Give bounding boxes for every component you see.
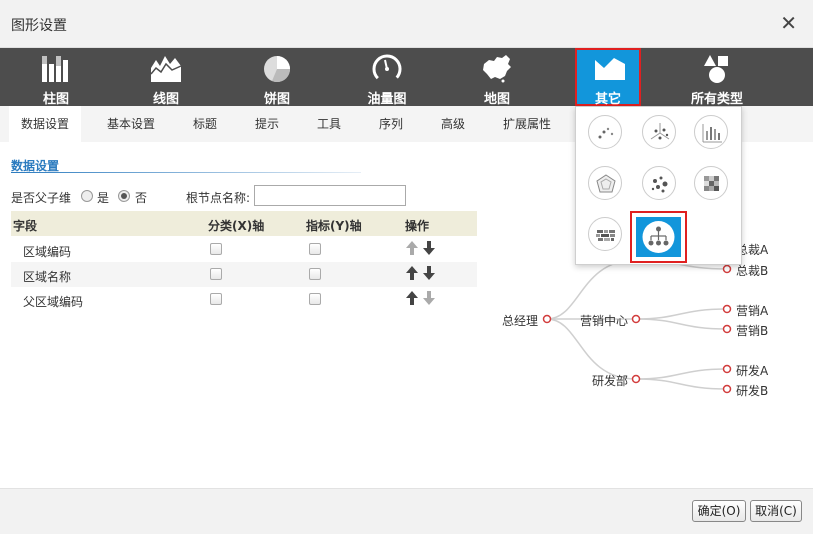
chart-type-label: 所有类型 bbox=[690, 92, 743, 107]
radio-yes-label: 是 bbox=[97, 191, 110, 205]
bubble-icon bbox=[651, 176, 668, 193]
shapes-icon bbox=[704, 55, 728, 83]
chart-type-bar: 柱图 线图 饼图 油量图 地图 其它 所有类型 bbox=[0, 48, 813, 107]
tree-node-label: 营销中心 bbox=[580, 314, 629, 328]
chart-type-all[interactable]: 所有类型 bbox=[682, 48, 752, 107]
move-down-icon[interactable] bbox=[423, 266, 435, 280]
tree-node-label: 研发部 bbox=[592, 374, 629, 388]
parent-child-label: 是否父子维 bbox=[11, 191, 72, 205]
x-axis-checkbox[interactable] bbox=[210, 268, 222, 280]
radar-icon bbox=[596, 174, 616, 193]
candlestick-icon bbox=[702, 124, 722, 143]
tab-tools[interactable]: 工具 bbox=[305, 106, 353, 142]
chart-type-label: 饼图 bbox=[263, 92, 290, 107]
org-tree-icon bbox=[642, 221, 675, 253]
tab-basic-settings[interactable]: 基本设置 bbox=[96, 106, 166, 142]
dialog-footer: 确定(O) 取消(C) bbox=[0, 488, 813, 534]
bar-chart-icon bbox=[42, 56, 68, 82]
tree-chart-option-bg bbox=[636, 217, 681, 257]
table-header: 字段 分类(X)轴 指标(Y)轴 操作 bbox=[11, 211, 477, 236]
scatter-icon bbox=[598, 127, 614, 139]
tab-series[interactable]: 序列 bbox=[367, 106, 415, 142]
table-row: 区域名称 bbox=[11, 262, 477, 287]
ok-button[interactable]: 确定(O) bbox=[692, 500, 746, 522]
tree-leaf-label: 研发B bbox=[736, 384, 769, 398]
root-node-name-input[interactable] bbox=[254, 185, 406, 206]
radio-no[interactable] bbox=[118, 190, 130, 202]
radar-chart-option[interactable] bbox=[588, 166, 622, 200]
map-icon bbox=[483, 55, 511, 83]
root-node-label: 根节点名称: bbox=[186, 191, 251, 205]
chart-type-label: 其它 bbox=[594, 92, 621, 107]
other-chart-icon bbox=[595, 58, 625, 80]
radio-no-label: 否 bbox=[135, 191, 148, 205]
chart-type-label: 柱图 bbox=[42, 92, 69, 107]
dialog-title: 图形设置 bbox=[11, 18, 67, 34]
gauge-icon bbox=[372, 54, 402, 84]
tree-root-label: 总经理 bbox=[502, 314, 539, 328]
chart-type-map[interactable]: 地图 bbox=[462, 48, 532, 107]
tab-data-settings[interactable]: 数据设置 bbox=[9, 106, 81, 142]
chart-type-other[interactable]: 其它 bbox=[575, 48, 641, 107]
line-chart-icon bbox=[150, 56, 182, 82]
word-cloud-icon bbox=[596, 230, 615, 241]
tree-leaf-label: 营销A bbox=[736, 304, 769, 318]
tree-leaf-label: 营销B bbox=[736, 324, 769, 338]
pie-chart-icon bbox=[264, 56, 290, 82]
chart-type-bar-chart[interactable]: 柱图 bbox=[21, 48, 91, 107]
field-name: 父区域编码 bbox=[23, 295, 84, 309]
move-up-icon[interactable] bbox=[406, 241, 418, 255]
heatmap-option[interactable] bbox=[694, 166, 728, 200]
move-up-icon[interactable] bbox=[406, 266, 418, 280]
y-axis-checkbox[interactable] bbox=[309, 243, 321, 255]
chart-type-label: 地图 bbox=[483, 92, 510, 107]
dialog-titlebar: 图形设置 ✕ bbox=[0, 0, 813, 48]
bubble-chart-option[interactable] bbox=[642, 166, 676, 200]
k-line-chart-option[interactable] bbox=[694, 115, 728, 149]
move-down-icon[interactable] bbox=[423, 291, 435, 305]
radio-yes[interactable] bbox=[81, 190, 93, 202]
move-down-icon[interactable] bbox=[423, 241, 435, 255]
tree-leaf-label: 研发A bbox=[736, 364, 769, 378]
y-axis-checkbox[interactable] bbox=[309, 268, 321, 280]
header-x-axis: 分类(X)轴 bbox=[208, 219, 265, 233]
chart-type-label: 油量图 bbox=[367, 92, 407, 107]
close-icon[interactable]: ✕ bbox=[780, 13, 797, 33]
section-divider bbox=[11, 172, 361, 173]
table-row: 父区域编码 bbox=[11, 287, 477, 312]
chart-type-line-chart[interactable]: 线图 bbox=[131, 48, 201, 107]
header-actions: 操作 bbox=[405, 219, 430, 233]
scatter-chart-option[interactable] bbox=[588, 115, 622, 149]
tab-title[interactable]: 标题 bbox=[180, 106, 230, 142]
other-chart-types-popup bbox=[575, 106, 742, 265]
y-axis-checkbox[interactable] bbox=[309, 293, 321, 305]
move-up-icon[interactable] bbox=[406, 291, 418, 305]
x-axis-checkbox[interactable] bbox=[210, 243, 222, 255]
header-y-axis: 指标(Y)轴 bbox=[306, 219, 362, 233]
tab-advanced[interactable]: 高级 bbox=[429, 106, 477, 142]
radial-scatter-icon bbox=[650, 123, 670, 140]
tab-extended-properties[interactable]: 扩展属性 bbox=[493, 106, 561, 142]
x-axis-checkbox[interactable] bbox=[210, 293, 222, 305]
table-row: 区域编码 bbox=[11, 237, 477, 262]
radial-scatter-option[interactable] bbox=[642, 115, 676, 149]
tab-tooltip[interactable]: 提示 bbox=[243, 106, 291, 142]
header-field: 字段 bbox=[13, 219, 38, 233]
tree-chart-option[interactable] bbox=[630, 211, 687, 263]
chart-type-pie-chart[interactable]: 饼图 bbox=[242, 48, 312, 107]
heatmap-icon bbox=[704, 176, 719, 191]
chart-type-label: 线图 bbox=[152, 92, 179, 107]
chart-type-gauge[interactable]: 油量图 bbox=[352, 48, 422, 107]
field-name: 区域编码 bbox=[23, 245, 72, 259]
field-name: 区域名称 bbox=[23, 270, 72, 284]
word-cloud-option[interactable] bbox=[588, 217, 622, 251]
cancel-button[interactable]: 取消(C) bbox=[750, 500, 802, 522]
